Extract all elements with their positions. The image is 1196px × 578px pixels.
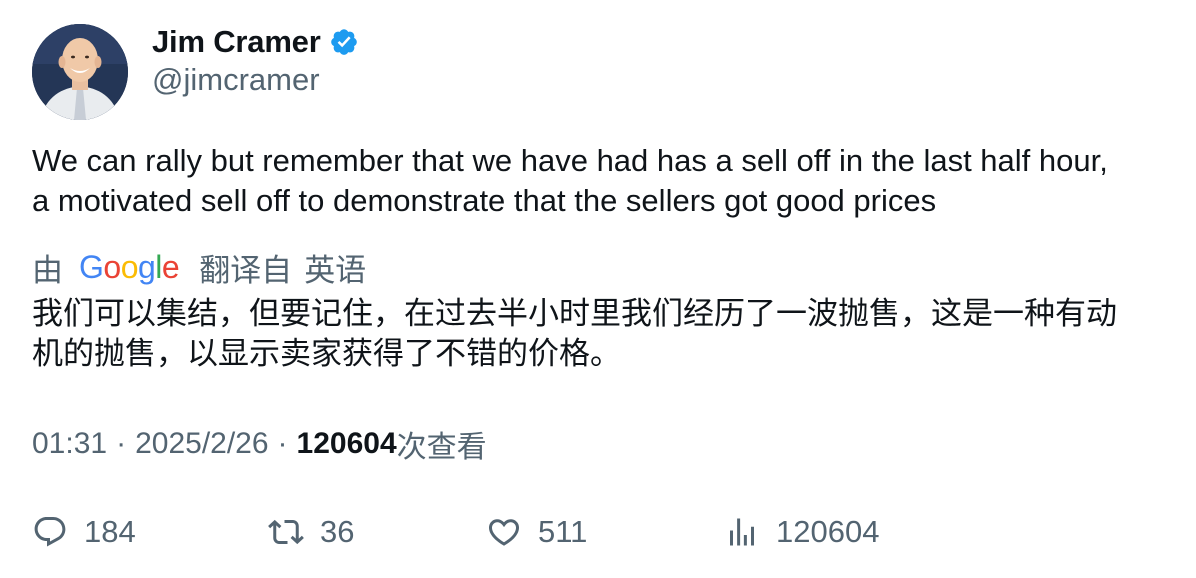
meta-separator: · — [277, 427, 288, 460]
reply-icon[interactable] — [32, 514, 68, 550]
tweet-text-line: a motivated sell off to demonstrate that… — [32, 183, 937, 218]
google-logo: Google — [79, 248, 180, 286]
meta-views-count: 120604 — [296, 427, 397, 460]
views-button[interactable]: 120604 — [724, 510, 879, 554]
translated-text-line: 机的抛售，以显示卖家获得了不错的价格。 — [32, 336, 621, 371]
reply-button[interactable]: 184 — [32, 510, 136, 554]
translated-from-label: 翻译自 — [199, 252, 293, 288]
tweet-meta: 01:31 · 2025/2/26 · 120604 次查看 — [32, 424, 487, 464]
heart-icon[interactable] — [486, 514, 522, 550]
author-handle[interactable]: @jimcramer — [152, 62, 320, 98]
google-wordmark-letter: l — [155, 248, 162, 285]
tweet-text-line: We can rally but remember that we have h… — [32, 143, 1108, 178]
tweet-time[interactable]: 01:31 — [32, 427, 107, 461]
tweet-actions: 184 36 511 120604 — [32, 510, 1172, 554]
views-count: 120604 — [776, 514, 880, 549]
source-language: 英语 — [304, 252, 367, 288]
tweet-date[interactable]: 2025/2/26 — [135, 427, 268, 461]
author-name-row[interactable]: Jim Cramer — [152, 22, 359, 62]
google-wordmark-letter: e — [161, 248, 180, 285]
like-count: 511 — [538, 514, 588, 549]
google-wordmark-letter: o — [103, 248, 121, 285]
tweet-card: Jim Cramer @jimcramer We can rally but r… — [0, 0, 1196, 578]
tweet-text: We can rally but remember that we have h… — [32, 141, 1172, 221]
retweet-button[interactable]: 36 — [268, 510, 354, 554]
translated-text: 我们可以集结，但要记住，在过去半小时里我们经历了一波抛售，这是一种有动 机的抛售… — [32, 294, 1172, 374]
avatar[interactable] — [32, 24, 128, 120]
google-wordmark: Google — [79, 248, 180, 286]
verified-badge-icon[interactable] — [329, 27, 359, 57]
like-button[interactable]: 511 — [486, 510, 587, 554]
retweet-icon[interactable] — [268, 514, 304, 550]
avatar-portrait-image — [32, 24, 128, 120]
meta-separator: · — [116, 427, 127, 460]
translated-text-line: 我们可以集结，但要记住，在过去半小时里我们经历了一波抛售，这是一种有动 — [32, 296, 1117, 331]
meta-views-label: 次查看 — [396, 431, 487, 464]
retweet-count: 36 — [320, 514, 355, 549]
google-wordmark-letter: G — [79, 248, 104, 285]
reply-count: 184 — [84, 514, 136, 549]
translation-by-label: 由 — [32, 252, 63, 288]
google-wordmark-letter: g — [137, 248, 156, 285]
translation-attribution[interactable]: 由 Google 翻译自 英语 — [32, 246, 366, 288]
analytics-icon[interactable] — [724, 514, 760, 550]
google-wordmark-letter: o — [120, 248, 139, 285]
author-display-name[interactable]: Jim Cramer — [152, 24, 321, 60]
